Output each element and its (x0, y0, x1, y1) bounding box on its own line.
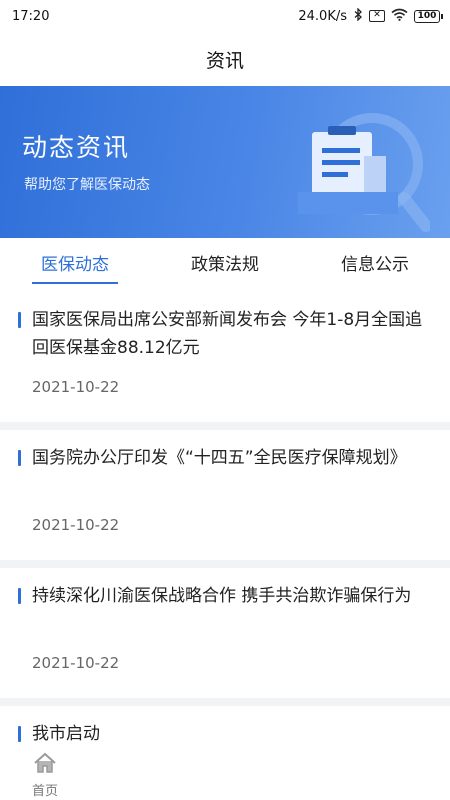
bluetooth-icon (353, 6, 363, 25)
status-bar: 17:20 24.0K/s ✕ 100 (0, 0, 450, 32)
tab-policies-regulations[interactable]: 政策法规 (150, 238, 300, 292)
status-time: 17:20 (12, 8, 50, 24)
article-title: 国家医保局出席公安部新闻发布会 今年1-8月全国追回医保基金88.12亿元 (32, 310, 423, 358)
banner-subtitle: 帮助您了解医保动态 (24, 177, 150, 193)
nav-home-label: 首页 (31, 784, 58, 799)
tab-medical-insurance-news[interactable]: 医保动态 (0, 238, 150, 292)
bottom-nav: 首页 (0, 742, 450, 800)
wifi-icon (391, 8, 408, 25)
list-item[interactable]: 国家医保局出席公安部新闻发布会 今年1-8月全国追回医保基金88.12亿元 20… (0, 292, 450, 430)
battery-icon: 100 (414, 9, 443, 23)
tab-bar: 医保动态 政策法规 信息公示 (0, 238, 450, 292)
article-title: 持续深化川渝医保战略合作 携手共治欺诈骗保行为 (32, 586, 412, 606)
article-date: 2021-10-22 (32, 516, 120, 534)
article-date: 2021-10-22 (32, 654, 120, 672)
list-item[interactable]: 持续深化川渝医保战略合作 携手共治欺诈骗保行为 2021-10-22 (0, 568, 450, 706)
document-search-illustration (298, 113, 430, 232)
nav-home-button[interactable]: 首页 (24, 752, 66, 799)
item-accent-bar (18, 312, 21, 328)
item-accent-bar (18, 450, 21, 466)
article-date: 2021-10-22 (32, 378, 120, 396)
net-speed: 24.0K/s (298, 8, 347, 24)
page-title: 资讯 (205, 49, 244, 72)
home-icon (34, 752, 56, 773)
banner-title: 动态资讯 (22, 133, 131, 162)
list-item[interactable]: 国务院办公厅印发《“十四五”全民医疗保障规划》 2021-10-22 (0, 430, 450, 568)
tab-public-notices[interactable]: 信息公示 (300, 238, 450, 292)
nav-bar: 资讯 (0, 32, 450, 86)
status-icons: 24.0K/s ✕ 100 (298, 6, 443, 25)
article-list: 国家医保局出席公安部新闻发布会 今年1-8月全国追回医保基金88.12亿元 20… (0, 292, 450, 796)
item-accent-bar (18, 588, 21, 604)
banner: 动态资讯 帮助您了解医保动态 (0, 86, 450, 238)
article-title: 国务院办公厅印发《“十四五”全民医疗保障规划》 (32, 448, 407, 468)
sim-off-icon: ✕ (369, 10, 385, 22)
item-accent-bar (18, 726, 21, 742)
